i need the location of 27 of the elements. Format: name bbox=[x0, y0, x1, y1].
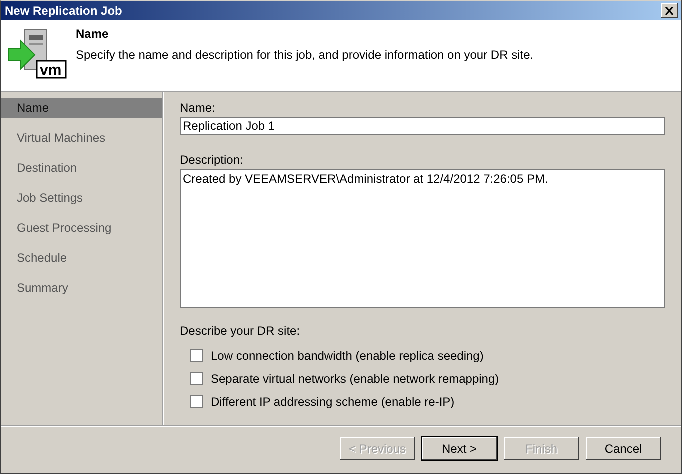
step-item[interactable]: Virtual Machines bbox=[1, 128, 162, 148]
step-item[interactable]: Schedule bbox=[1, 248, 162, 268]
dr-site-label: Describe your DR site: bbox=[180, 324, 302, 338]
checkbox[interactable] bbox=[190, 395, 203, 408]
step-item[interactable]: Job Settings bbox=[1, 188, 162, 208]
description-field[interactable]: Created by VEEAMSERVER\Administrator at 12/4/2012 7:26:05 PM. bbox=[180, 169, 665, 308]
checkbox-label: Low connection bandwidth (enable replica seeding) bbox=[211, 348, 484, 362]
step-description: Specify the name and description for this job, and provide information on your DR site. bbox=[76, 48, 534, 62]
vm-badge: vm bbox=[36, 60, 67, 79]
window-title: New Replication Job bbox=[5, 4, 122, 18]
name-field[interactable]: Replication Job 1 bbox=[180, 117, 665, 135]
step-item[interactable]: Summary bbox=[1, 278, 162, 298]
step-title: Name bbox=[76, 27, 110, 41]
close-button[interactable] bbox=[661, 3, 678, 18]
checkbox-label: Different IP addressing scheme (enable re-IP) bbox=[211, 394, 455, 408]
step-item[interactable]: Name bbox=[1, 98, 162, 118]
arrow-icon bbox=[8, 40, 36, 70]
checkbox-label: Separate virtual networks (enable network remapping) bbox=[211, 372, 500, 386]
close-icon bbox=[665, 6, 674, 14]
name-label: Name: bbox=[180, 101, 216, 115]
checkbox[interactable] bbox=[190, 372, 203, 385]
checkbox[interactable] bbox=[190, 349, 203, 362]
step-item[interactable]: Guest Processing bbox=[1, 218, 162, 238]
step-item[interactable]: Destination bbox=[1, 158, 162, 178]
wizard-button[interactable]: Cancel bbox=[586, 437, 661, 460]
description-label: Description: bbox=[180, 153, 244, 167]
wizard-button[interactable]: Next > bbox=[422, 437, 497, 460]
